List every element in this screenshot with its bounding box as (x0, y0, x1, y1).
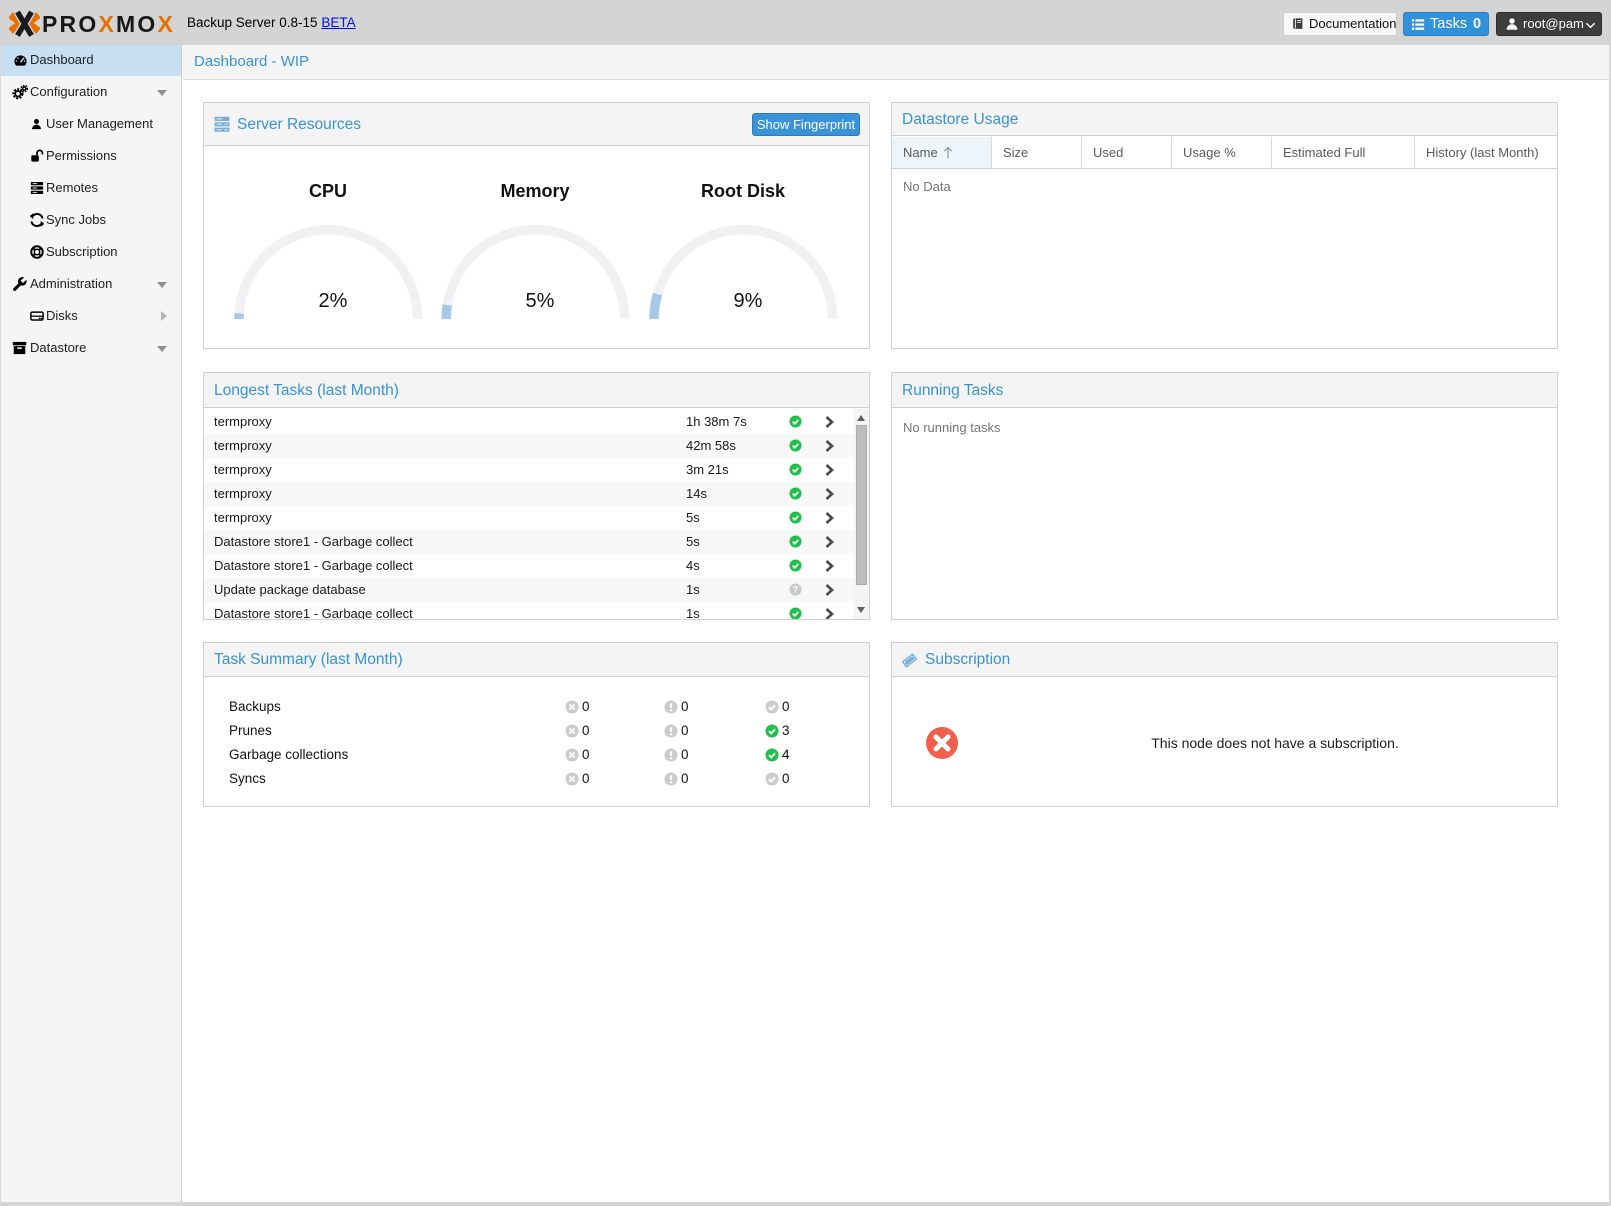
svg-text:?: ? (793, 585, 798, 595)
